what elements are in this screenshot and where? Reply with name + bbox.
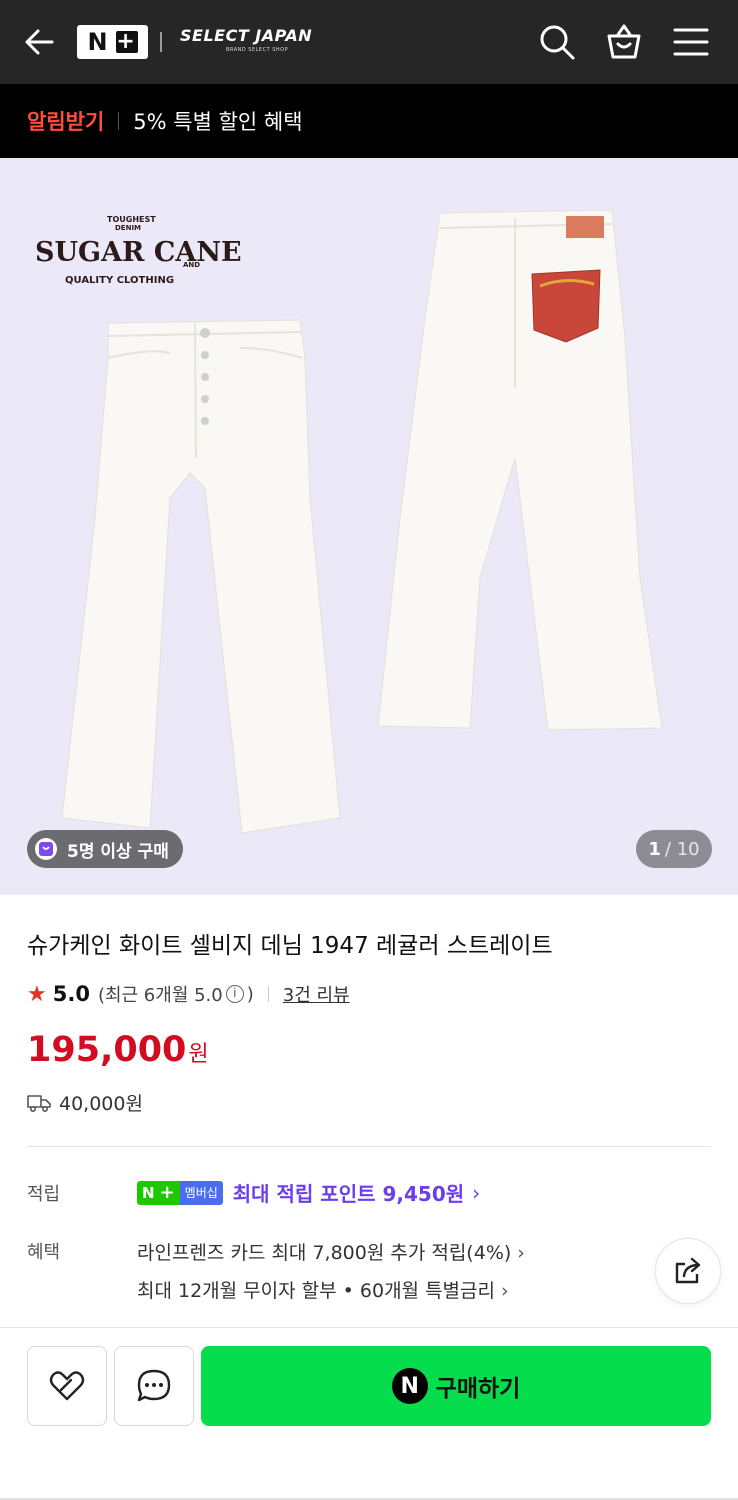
points-label: 적립 (27, 1184, 61, 1205)
chevron-right-icon: › (517, 1242, 525, 1264)
wishlist-button[interactable] (27, 1346, 107, 1426)
front-jeans-image (61, 319, 341, 834)
card-benefit-link[interactable]: 라인프렌즈 카드 최대 7,800원 추가 적립(4%) › (137, 1238, 525, 1265)
shopping-bag-button[interactable] (604, 22, 644, 62)
search-icon (540, 25, 575, 60)
shipping-fee: 40,000원 (27, 1089, 143, 1116)
buyer-count-badge: 5명 이상 구매 (27, 830, 183, 868)
alert-divider (118, 112, 120, 130)
nplus-membership-badge: N + 멤버십 (137, 1180, 223, 1205)
section-divider (27, 1146, 711, 1147)
search-button[interactable] (537, 22, 577, 62)
npay-icon: N (391, 1368, 428, 1404)
installment-benefit-link[interactable]: 최대 12개월 무이자 할부 • 60개월 특별금리 › (137, 1276, 509, 1303)
back-button[interactable] (22, 24, 58, 60)
alert-banner[interactable]: 알림받기 5% 특별 할인 혜택 (0, 84, 738, 158)
nplus-logo-text: N (87, 28, 110, 56)
image-counter-total: / 10 (664, 838, 700, 860)
chevron-right-icon: › (472, 1180, 481, 1205)
heart-icon (49, 1371, 85, 1401)
review-link[interactable]: 3건 리뷰 (283, 981, 350, 1007)
menu-icon (673, 28, 709, 56)
price-amount: 195,000 (27, 1030, 187, 1070)
recent-rating-close: ) (246, 983, 254, 1005)
chat-bubble-icon (137, 1369, 171, 1402)
nplus-logo[interactable]: N + (77, 25, 148, 59)
info-icon[interactable]: i (225, 985, 244, 1003)
shop-subtitle: BRAND SELECT SHOP (226, 47, 289, 53)
installment-benefit-text: 최대 12개월 무이자 할부 • 60개월 특별금리 (137, 1280, 495, 1302)
price-currency: 원 (188, 1042, 209, 1067)
recent-rating: (최근 6개월 5.0 (97, 985, 223, 1006)
buyer-count-text: 5명 이상 구매 (67, 841, 169, 862)
share-icon (675, 1257, 701, 1284)
alert-label[interactable]: 알림받기 (27, 106, 104, 136)
product-title: 슈가케인 화이트 셀비지 데님 1947 레귤러 스트레이트 (27, 933, 553, 959)
talk-button[interactable] (114, 1346, 194, 1426)
buy-button[interactable]: N 구매하기 (201, 1346, 711, 1426)
rating-row: ★ 5.0 (최근 6개월 5.0 i ) 3건 리뷰 (27, 981, 350, 1007)
top-header: N + SELECT JAPAN BRAND SELECT SHOP (0, 0, 738, 84)
chevron-right-icon: › (501, 1280, 509, 1302)
membership-text: 멤버십 (179, 1180, 223, 1205)
shopping-bag-icon (607, 24, 641, 59)
image-counter-current: 1 (648, 838, 661, 860)
benefit-label: 혜택 (27, 1242, 61, 1263)
purchase-bag-icon (35, 838, 57, 860)
card-benefit-text: 라인프렌즈 카드 최대 7,800원 추가 적립(4%) (137, 1242, 512, 1264)
plus-icon: + (115, 29, 138, 54)
truck-icon (27, 1094, 51, 1112)
action-bar-divider (0, 1327, 738, 1328)
max-points-text[interactable]: 최대 적립 포인트 9,450원 (233, 1178, 464, 1207)
rating-divider (267, 986, 269, 1002)
product-image-gallery[interactable]: TOUGHEST DENIM SUGAR CANE & CO. AND QUAL… (0, 158, 738, 895)
back-arrow-icon (25, 29, 54, 55)
buy-button-label: 구매하기 (435, 1376, 521, 1402)
logo-divider (160, 32, 162, 52)
share-button[interactable] (655, 1238, 721, 1304)
star-icon: ★ (27, 981, 47, 1007)
menu-button[interactable] (671, 22, 711, 62)
points-row[interactable]: N + 멤버십 최대 적립 포인트 9,450원 › (137, 1178, 480, 1207)
rating-score: 5.0 (52, 982, 90, 1006)
product-photo (61, 209, 663, 834)
membership-plus: + (159, 1180, 180, 1205)
shop-name[interactable]: SELECT JAPAN (180, 26, 312, 45)
membership-n: N (137, 1180, 160, 1205)
image-counter: 1 / 10 (636, 830, 712, 868)
price: 195,000원 (27, 1030, 209, 1070)
back-jeans-image (377, 209, 663, 731)
shipping-fee-text: 40,000원 (59, 1093, 143, 1115)
alert-text: 5% 특별 할인 혜택 (133, 110, 303, 134)
